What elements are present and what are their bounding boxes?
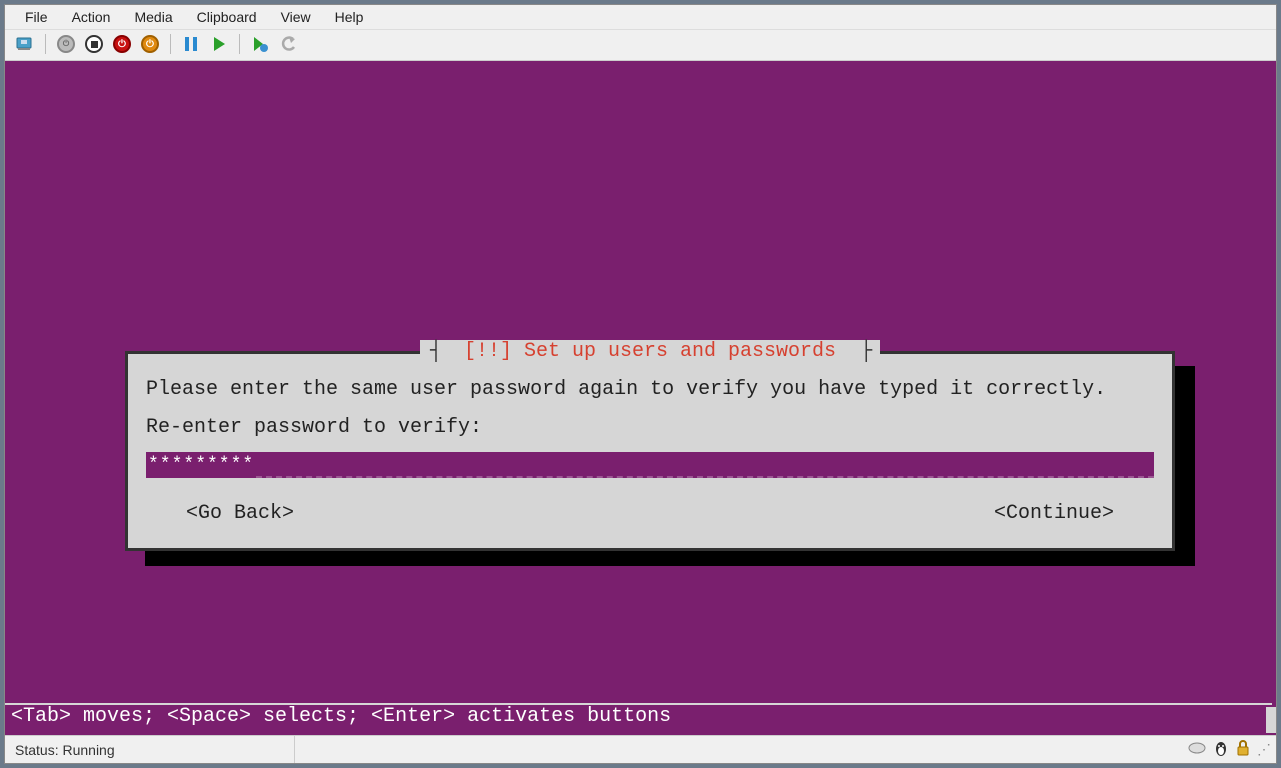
- revert-icon[interactable]: [276, 32, 300, 56]
- toolbar: ⏻ ⏻ ⏻: [5, 30, 1276, 61]
- separator: [239, 34, 240, 54]
- pause-icon[interactable]: [179, 32, 203, 56]
- power-icon[interactable]: ⏻: [138, 32, 162, 56]
- dialog-prompt: Re-enter password to verify:: [146, 412, 1154, 444]
- go-back-button[interactable]: <Go Back>: [186, 498, 294, 530]
- menu-action[interactable]: Action: [60, 7, 123, 27]
- input-rest: [256, 452, 1154, 478]
- menu-view[interactable]: View: [269, 7, 323, 27]
- menu-help[interactable]: Help: [323, 7, 376, 27]
- installer-screen: ┤ [!!] Set up users and passwords ├ Plea…: [5, 61, 1276, 735]
- lock-icon: [1235, 739, 1251, 760]
- menu-media[interactable]: Media: [122, 7, 184, 27]
- connect-icon[interactable]: [13, 32, 37, 56]
- start-icon[interactable]: [207, 32, 231, 56]
- hyperv-window: File Action Media Clipboard View Help ⏻ …: [4, 4, 1277, 764]
- password-input[interactable]: *********: [146, 452, 1154, 478]
- stop-icon[interactable]: [82, 32, 106, 56]
- vm-console[interactable]: ┤ [!!] Set up users and passwords ├ Plea…: [5, 61, 1276, 735]
- separator: [170, 34, 171, 54]
- installer-dialog: ┤ [!!] Set up users and passwords ├ Plea…: [125, 351, 1175, 551]
- menu-file[interactable]: File: [13, 7, 60, 27]
- status-bar: Status: Running ⋰: [5, 735, 1276, 763]
- separator: [45, 34, 46, 54]
- penguin-icon: [1213, 739, 1229, 760]
- menu-clipboard[interactable]: Clipboard: [185, 7, 269, 27]
- continue-button[interactable]: <Continue>: [994, 498, 1114, 530]
- hint-line: <Tab> moves; <Space> selects; <Enter> ac…: [5, 705, 1276, 732]
- checkpoint-icon[interactable]: [248, 32, 272, 56]
- masked-value: *********: [146, 452, 256, 478]
- status-text: Status: Running: [5, 736, 295, 763]
- mouse-icon: [1187, 741, 1207, 758]
- shutdown-icon[interactable]: ⏻: [110, 32, 134, 56]
- dialog-title: ┤ [!!] Set up users and passwords ├: [420, 340, 880, 363]
- menu-bar: File Action Media Clipboard View Help: [5, 5, 1276, 30]
- dialog-instruction: Please enter the same user password agai…: [146, 374, 1154, 406]
- resize-grip-icon[interactable]: ⋰: [1257, 741, 1268, 758]
- ctrl-alt-del-icon[interactable]: ⏻: [54, 32, 78, 56]
